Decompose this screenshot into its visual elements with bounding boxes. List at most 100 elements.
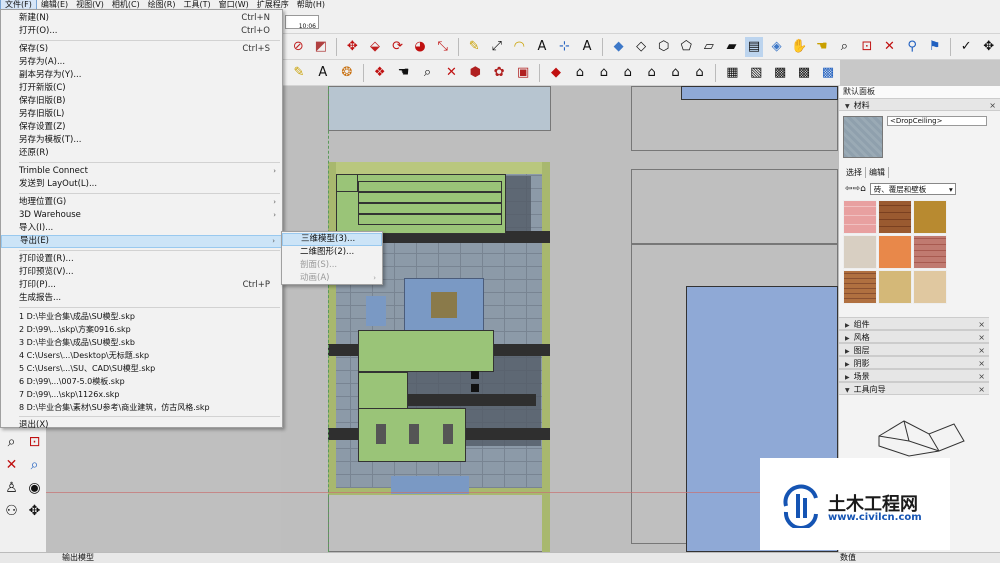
menu-help[interactable]: 帮助(H) (293, 0, 329, 9)
section-styles[interactable]: ▶ 风格 × (839, 330, 989, 343)
menu-item-report[interactable]: 生成报告... (1, 292, 282, 305)
scale-icon[interactable]: ⤡ (433, 37, 452, 57)
zoom-extents-icon[interactable]: ✕ (0, 453, 23, 476)
menu-edit[interactable]: 编辑(E) (37, 0, 72, 9)
forward-icon[interactable]: ⇨ (853, 184, 861, 194)
menu-item-send-layout[interactable]: 发送到 LayOut(L)... (1, 178, 282, 191)
move-alt-icon[interactable]: ✥ (979, 37, 998, 57)
protractor-icon[interactable]: ◠ (510, 37, 529, 57)
menu-item-revert[interactable]: 还原(R) (1, 147, 282, 160)
tape-icon[interactable]: ✎ (289, 63, 309, 83)
back-view-icon[interactable]: ▱ (700, 37, 719, 57)
menu-item-open[interactable]: 打开(O)... Ctrl+O (1, 25, 282, 38)
recent-file-item[interactable]: 2 D:\99\...\skp\方案0916.skp (1, 323, 282, 336)
material-swatch[interactable] (878, 235, 912, 269)
warehouse-icon[interactable]: ⬢ (465, 63, 485, 83)
close-icon[interactable]: × (989, 99, 996, 112)
walk-icon[interactable]: ✋ (790, 37, 809, 57)
monochrome-icon[interactable]: ▩ (818, 63, 838, 83)
zoom-extents-2-icon[interactable]: ✕ (441, 63, 461, 83)
material-library-dropdown[interactable]: 砖、覆层和壁板 (869, 183, 956, 195)
orbit-icon[interactable]: ❖ (370, 63, 390, 83)
recent-file-item[interactable]: 6 D:\99\...\007-5.0模板.skp (1, 375, 282, 388)
house-front-icon[interactable]: ⌂ (618, 63, 638, 83)
label-icon[interactable]: A (313, 63, 333, 83)
components-icon[interactable]: ✿ (489, 63, 509, 83)
section-plane-icon[interactable]: ⊘ (289, 37, 308, 57)
submenu-item-2d-graphic[interactable]: 二维图形(2)... (282, 246, 382, 259)
menu-item-save-copy[interactable]: 副本另存为(Y)... (1, 69, 282, 82)
wireframe-icon[interactable]: ▦ (722, 63, 742, 83)
menu-item-save-template[interactable]: 另存为模板(T)... (1, 134, 282, 147)
shaded-icon[interactable]: ◈ (767, 37, 786, 57)
left-view-icon[interactable]: ▰ (722, 37, 741, 57)
material-name-field[interactable]: <DropCeiling> (887, 116, 987, 126)
menu-item-3d-warehouse[interactable]: 3D Warehouse › (1, 209, 282, 222)
tab-select[interactable]: 选择 (843, 167, 866, 178)
material-swatch[interactable] (843, 200, 877, 234)
axes-icon[interactable]: ⊹ (555, 37, 574, 57)
menu-item-print-setup[interactable]: 打印设置(R)... (1, 253, 282, 266)
materials-header[interactable]: ▼ 材料 × (839, 98, 1000, 111)
menu-item-save-settings[interactable]: 保存设置(Z) (1, 121, 282, 134)
menu-item-import[interactable]: 导入(I)... (1, 222, 282, 235)
search-icon[interactable]: ⌕ (418, 63, 438, 83)
material-swatch[interactable] (913, 235, 947, 269)
section-shadows[interactable]: ▶ 阴影 × (839, 356, 989, 369)
menu-item-geo-location[interactable]: 地理位置(G) › (1, 196, 282, 209)
xray-icon[interactable]: ▤ (744, 36, 764, 57)
right-view-icon[interactable]: ⬠ (677, 37, 696, 57)
dimension-icon[interactable]: ⤢ (487, 37, 506, 57)
menu-item-print-preview[interactable]: 打印预览(V)... (1, 266, 282, 279)
menu-window[interactable]: 窗口(W) (215, 0, 253, 9)
walk-icon[interactable]: ⚇ (0, 499, 23, 522)
zoom-icon[interactable]: ⌕ (835, 37, 854, 57)
menu-item-save[interactable]: 保存(S) Ctrl+S (1, 43, 282, 56)
zoom-window-icon[interactable]: ⊡ (858, 37, 877, 57)
recent-file-item[interactable]: 8 D:\毕业合集\素材\SU参考\商业建筑，仿古风格.skp (1, 401, 282, 414)
material-swatch[interactable] (913, 270, 947, 304)
iso-view-icon[interactable]: ◆ (609, 37, 628, 57)
section-icon[interactable]: ✥ (23, 499, 46, 522)
rotate-icon[interactable]: ⟳ (388, 37, 407, 57)
position-camera-icon[interactable]: ⚲ (903, 37, 922, 57)
menu-item-trimble-connect[interactable]: Trimble Connect › (1, 165, 282, 178)
look-around-icon[interactable]: ◉ (23, 476, 46, 499)
extension-icon[interactable]: ▣ (513, 63, 533, 83)
zoom-extents-icon[interactable]: ✕ (880, 37, 899, 57)
recent-file-item[interactable]: 1 D:\毕业合集\成品\SU模型.skp (1, 310, 282, 323)
zoom-window-icon[interactable]: ⊡ (23, 430, 46, 453)
check-icon[interactable]: ✓ (957, 37, 976, 57)
front-view-icon[interactable]: ⬡ (654, 37, 673, 57)
recent-file-item[interactable]: 3 D:\毕业合集\成品\SU模型.skb (1, 336, 282, 349)
position-camera-icon[interactable]: ♙ (0, 476, 23, 499)
house-back-icon[interactable]: ⌂ (666, 63, 686, 83)
tab-edit[interactable]: 编辑 (866, 167, 889, 178)
menu-draw[interactable]: 绘图(R) (144, 0, 180, 9)
submenu-item-3d-model[interactable]: 三维模型(3)... (282, 233, 382, 246)
material-swatch[interactable] (843, 235, 877, 269)
3d-text-icon[interactable]: A (578, 37, 597, 57)
top-view-icon[interactable]: ◇ (632, 37, 651, 57)
section-fill-icon[interactable]: ◩ (312, 37, 331, 57)
material-swatch[interactable] (878, 270, 912, 304)
recent-file-item[interactable]: 4 C:\Users\...\Desktop\无标题.skp (1, 349, 282, 362)
push-pull-icon[interactable]: ⬙ (366, 37, 385, 57)
house-iso-icon[interactable]: ⌂ (570, 63, 590, 83)
hidden-line-icon[interactable]: ▧ (746, 63, 766, 83)
pan-icon[interactable]: ☚ (812, 37, 831, 57)
house-top-icon[interactable]: ⌂ (594, 63, 614, 83)
menu-tools[interactable]: 工具(T) (180, 0, 215, 9)
menu-item-save-as[interactable]: 另存为(A)... (1, 56, 282, 69)
recent-file-item[interactable]: 5 C:\Users\...\SU、CAD\SU模型.skp (1, 362, 282, 375)
section-instructor[interactable]: ▼ 工具向导 × (839, 382, 989, 395)
move-icon[interactable]: ✥ (343, 37, 362, 57)
textured-icon[interactable]: ▩ (794, 63, 814, 83)
section-components[interactable]: ▶ 组件 × (839, 317, 989, 330)
recent-file-item[interactable]: 7 D:\99\...\skp\1126x.skp (1, 388, 282, 401)
tape-measure-icon[interactable]: ✎ (465, 37, 484, 57)
menu-camera[interactable]: 相机(C) (108, 0, 144, 9)
close-icon[interactable]: × (978, 383, 985, 396)
hand-icon[interactable]: ☚ (394, 63, 414, 83)
house-right-icon[interactable]: ⌂ (642, 63, 662, 83)
